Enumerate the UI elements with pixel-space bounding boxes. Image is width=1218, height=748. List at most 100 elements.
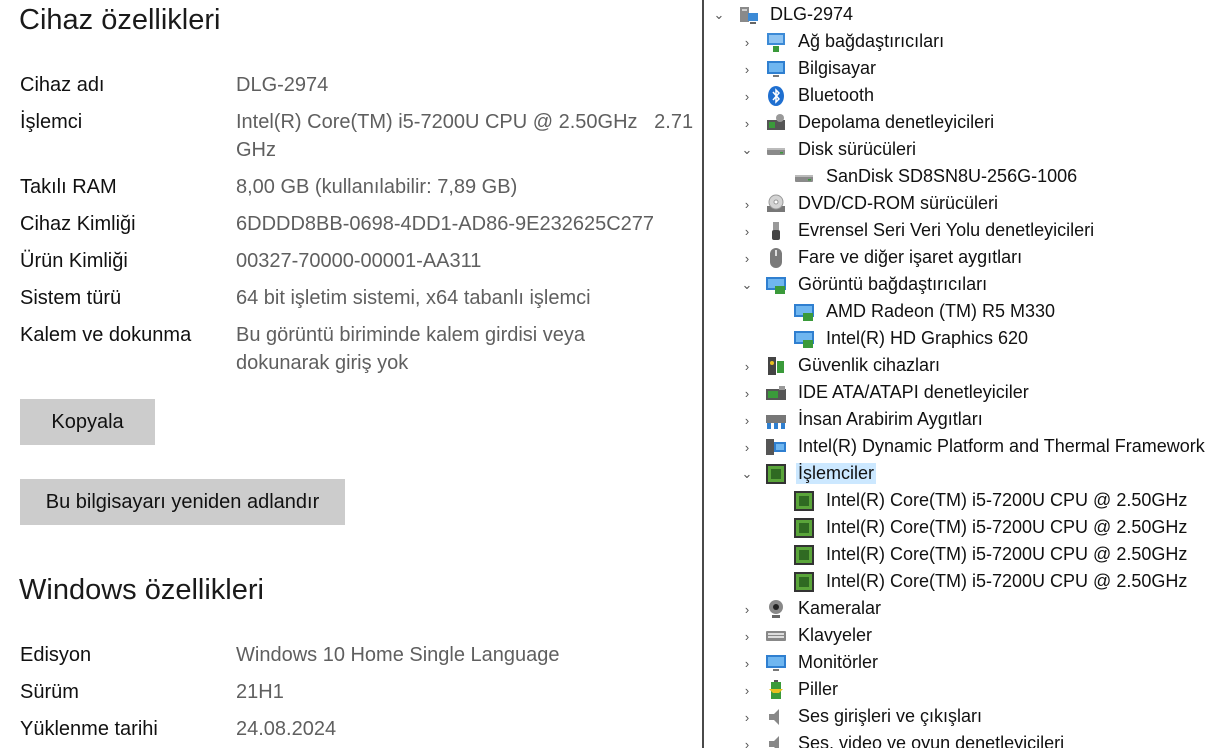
tree-label: Fare ve diğer işaret aygıtları	[798, 247, 1023, 267]
spec-value: 64 bit işletim sistemi, x64 tabanlı işle…	[236, 287, 591, 309]
tree-item-cpu-2[interactable]: Intel(R) Core(TM) i5-7200U CPU @ 2.50GHz	[792, 541, 1189, 568]
tree-item-dvd-drives[interactable]: DVD/CD-ROM sürücüleri	[764, 190, 1000, 217]
computer-icon	[736, 3, 760, 27]
copy-button[interactable]: Kopyala	[20, 399, 155, 445]
tree-label: Evrensel Seri Veri Yolu denetleyicileri	[798, 220, 1095, 240]
tree-item-bluetooth[interactable]: Bluetooth	[764, 82, 876, 109]
spec-label: Cihaz adı	[20, 74, 105, 96]
tree-item-cpu-0[interactable]: Intel(R) Core(TM) i5-7200U CPU @ 2.50GHz	[792, 487, 1189, 514]
chevron-right-icon[interactable]: ›	[740, 602, 754, 617]
chevron-right-icon[interactable]: ›	[740, 737, 754, 748]
chevron-down-icon[interactable]: ⌄	[740, 466, 754, 481]
chevron-right-icon[interactable]: ›	[740, 413, 754, 428]
disk-drive-icon	[764, 138, 788, 162]
windows-specs-title: Windows özellikleri	[19, 574, 264, 606]
tree-item-cpu-1[interactable]: Intel(R) Core(TM) i5-7200U CPU @ 2.50GHz	[792, 514, 1189, 541]
spec-value: DLG-2974	[236, 74, 329, 96]
chevron-down-icon[interactable]: ⌄	[740, 142, 754, 157]
tree-item-keyboards[interactable]: Klavyeler	[764, 622, 874, 649]
tree-label: Bilgisayar	[798, 58, 877, 78]
tree-label: Güvenlik cihazları	[798, 355, 941, 375]
chevron-right-icon[interactable]: ›	[740, 89, 754, 104]
tree-root[interactable]: DLG-2974	[736, 1, 855, 28]
processor-icon	[792, 516, 816, 540]
chevron-right-icon[interactable]: ›	[740, 386, 754, 401]
tree-item-cameras[interactable]: Kameralar	[764, 595, 883, 622]
device-manager-tree[interactable]: ⌄ DLG-2974 › Ağ bağdaştırıcıları › Bilgi…	[704, 0, 1218, 748]
spec-label: Cihaz Kimliği	[20, 213, 136, 235]
tree-item-intel-hd-graphics[interactable]: Intel(R) HD Graphics 620	[792, 325, 1030, 352]
spec-label: Sürüm	[20, 681, 79, 703]
tree-label: DVD/CD-ROM sürücüleri	[798, 193, 999, 213]
mouse-icon	[764, 246, 788, 270]
tree-item-ide-controllers[interactable]: IDE ATA/ATAPI denetleyiciler	[764, 379, 1031, 406]
tree-label: Ses, video ve oyun denetleyicileri	[798, 733, 1065, 748]
display-adapter-icon	[792, 300, 816, 324]
tree-item-audio-io[interactable]: Ses girişleri ve çıkışları	[764, 703, 984, 730]
chevron-down-icon[interactable]: ⌄	[712, 7, 726, 22]
tree-item-usb-controllers[interactable]: Evrensel Seri Veri Yolu denetleyicileri	[764, 217, 1096, 244]
tree-item-storage-controllers[interactable]: Depolama denetleyicileri	[764, 109, 996, 136]
chevron-right-icon[interactable]: ›	[740, 440, 754, 455]
tree-label: Intel(R) HD Graphics 620	[826, 328, 1029, 348]
tree-item-intel-dptf[interactable]: Intel(R) Dynamic Platform and Thermal Fr…	[764, 433, 1207, 460]
computer-icon	[764, 57, 788, 81]
tree-label: Intel(R) Dynamic Platform and Thermal Fr…	[798, 436, 1205, 456]
chevron-right-icon[interactable]: ›	[740, 251, 754, 266]
processor-icon	[792, 489, 816, 513]
battery-icon	[764, 678, 788, 702]
tree-label: Ses girişleri ve çıkışları	[798, 706, 983, 726]
tree-item-hid[interactable]: İnsan Arabirim Aygıtları	[764, 406, 985, 433]
speaker-icon	[764, 732, 788, 748]
tree-item-mice[interactable]: Fare ve diğer işaret aygıtları	[764, 244, 1024, 271]
tree-item-sandisk-drive[interactable]: SanDisk SD8SN8U-256G-1006	[792, 163, 1079, 190]
spec-label: Kalem ve dokunma	[20, 324, 192, 346]
tree-item-processors[interactable]: İşlemciler	[764, 460, 877, 487]
spec-value: 8,00 GB (kullanılabilir: 7,89 GB)	[236, 176, 518, 198]
tree-item-disk-drives[interactable]: Disk sürücüleri	[764, 136, 918, 163]
bluetooth-icon	[764, 84, 788, 108]
tree-label: AMD Radeon (TM) R5 M330	[826, 301, 1056, 321]
tree-item-security-devices[interactable]: Güvenlik cihazları	[764, 352, 942, 379]
chevron-right-icon[interactable]: ›	[740, 116, 754, 131]
usb-icon	[764, 219, 788, 243]
tree-item-batteries[interactable]: Piller	[764, 676, 840, 703]
tree-item-cpu-3[interactable]: Intel(R) Core(TM) i5-7200U CPU @ 2.50GHz	[792, 568, 1189, 595]
chevron-right-icon[interactable]: ›	[740, 197, 754, 212]
chevron-right-icon[interactable]: ›	[740, 710, 754, 725]
chevron-right-icon[interactable]: ›	[740, 656, 754, 671]
spec-label: Edisyon	[20, 644, 92, 666]
hid-icon	[764, 408, 788, 432]
tree-label: Intel(R) Core(TM) i5-7200U CPU @ 2.50GHz	[826, 490, 1188, 510]
processor-icon	[792, 543, 816, 567]
tree-item-amd-radeon[interactable]: AMD Radeon (TM) R5 M330	[792, 298, 1057, 325]
spec-value: Bu görüntü biriminde kalem girdisi veya …	[236, 324, 586, 374]
tree-label: Depolama denetleyicileri	[798, 112, 995, 132]
tree-item-monitors[interactable]: Monitörler	[764, 649, 880, 676]
tree-label: Intel(R) Core(TM) i5-7200U CPU @ 2.50GHz	[826, 544, 1188, 564]
ide-controller-icon	[764, 381, 788, 405]
chevron-right-icon[interactable]: ›	[740, 683, 754, 698]
tree-label: SanDisk SD8SN8U-256G-1006	[826, 166, 1078, 186]
disk-drive-icon	[792, 165, 816, 189]
storage-controller-icon	[764, 111, 788, 135]
rename-pc-button[interactable]: Bu bilgisayarı yeniden adlandır	[20, 479, 345, 525]
chevron-right-icon[interactable]: ›	[740, 62, 754, 77]
tree-item-network-adapters[interactable]: Ağ bağdaştırıcıları	[764, 28, 946, 55]
device-specs-title: Cihaz özellikleri	[19, 4, 221, 36]
chevron-down-icon[interactable]: ⌄	[740, 277, 754, 292]
tree-item-sound-video-game[interactable]: Ses, video ve oyun denetleyicileri	[764, 730, 1066, 748]
spec-label: Ürün Kimliği	[20, 250, 128, 272]
chevron-right-icon[interactable]: ›	[740, 35, 754, 50]
speaker-icon	[764, 705, 788, 729]
chevron-right-icon[interactable]: ›	[740, 224, 754, 239]
tree-item-display-adapters[interactable]: Görüntü bağdaştırıcıları	[764, 271, 989, 298]
processor-icon	[764, 462, 788, 486]
chevron-right-icon[interactable]: ›	[740, 629, 754, 644]
tree-label: Piller	[798, 679, 839, 699]
tree-label: İşlemciler	[796, 463, 877, 484]
tree-label: Klavyeler	[798, 625, 873, 645]
chevron-right-icon[interactable]: ›	[740, 359, 754, 374]
tree-item-computer[interactable]: Bilgisayar	[764, 55, 878, 82]
system-device-icon	[764, 435, 788, 459]
